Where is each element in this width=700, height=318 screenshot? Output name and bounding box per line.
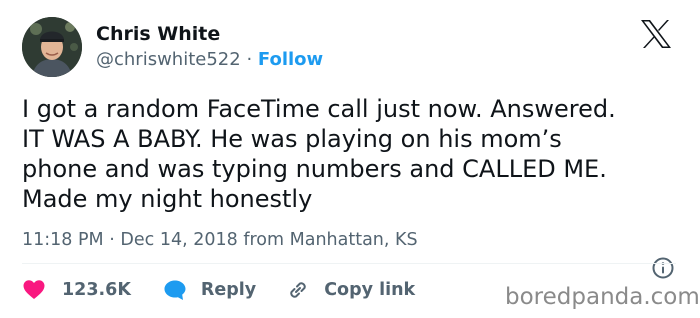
tweet-line: phone and was typing numbers and CALLED …	[22, 155, 607, 183]
tweet-date[interactable]: Dec 14, 2018	[120, 230, 237, 250]
divider	[22, 263, 676, 264]
follow-button[interactable]: Follow	[258, 49, 323, 70]
avatar[interactable]	[22, 17, 82, 77]
tweet-time[interactable]: 11:18 PM	[22, 230, 104, 250]
like-button[interactable]: 123.6K	[22, 278, 131, 302]
link-icon	[290, 282, 306, 298]
copy-link-label: Copy link	[324, 280, 416, 300]
tweet-meta: 11:18 PM · Dec 14, 2018 from Manhattan, …	[22, 229, 418, 251]
like-count: 123.6K	[62, 280, 131, 300]
reply-button[interactable]: Reply	[163, 278, 256, 302]
tweet-location: from Manhattan, KS	[243, 230, 418, 250]
handle-separator: ·	[246, 49, 253, 70]
author-name[interactable]: Chris White	[96, 22, 220, 46]
watermark: boredpanda.com	[505, 284, 700, 310]
speech-bubble-icon	[164, 280, 186, 300]
x-logo-icon[interactable]	[640, 19, 672, 49]
author-handle-row: @chriswhite522 · Follow	[96, 48, 323, 72]
tweet-line: I got a random FaceTime call just now. A…	[22, 95, 616, 123]
tweet-line: Made my night honestly	[22, 185, 313, 213]
heart-icon	[23, 280, 45, 299]
tweet-line: IT WAS A BABY. He was playing on his mom…	[22, 125, 562, 153]
tweet-text: I got a random FaceTime call just now. A…	[22, 94, 682, 214]
action-bar: 123.6K Reply Copy link	[22, 276, 415, 304]
info-icon[interactable]	[651, 256, 675, 280]
reply-label: Reply	[200, 280, 257, 300]
author-handle[interactable]: @chriswhite522	[96, 49, 241, 70]
meta-separator: ·	[109, 230, 115, 250]
copy-link-button[interactable]: Copy link	[286, 278, 415, 302]
